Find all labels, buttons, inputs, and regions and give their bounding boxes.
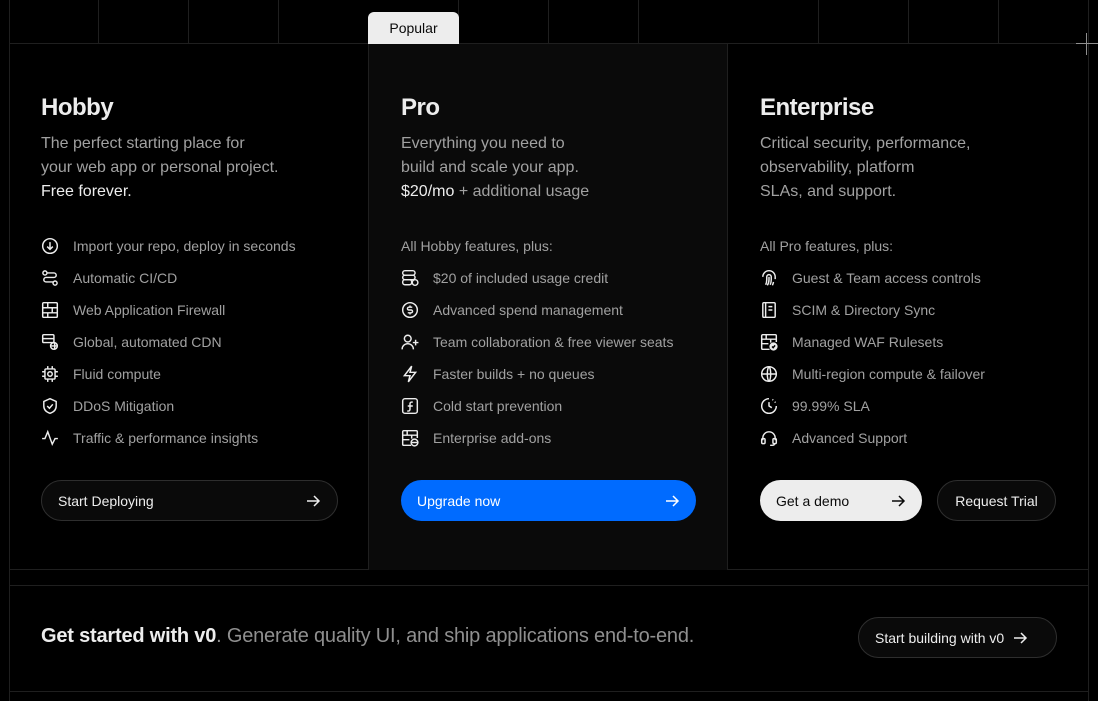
feature-header: All Hobby features, plus:	[401, 238, 553, 254]
feature-list: Import your repo, deploy in seconds Auto…	[41, 230, 296, 454]
cdn-globe-icon	[41, 333, 59, 351]
list-item: $20 of included usage credit	[401, 262, 673, 294]
list-item: Enterprise add-ons	[401, 422, 673, 454]
plan-card-hobby: Hobby The perfect starting place for you…	[9, 44, 368, 570]
upgrade-now-button[interactable]: Upgrade now	[401, 480, 696, 521]
feature-list: $20 of included usage credit Advanced sp…	[401, 262, 673, 454]
firewall-check-icon	[760, 333, 778, 351]
list-item: Faster builds + no queues	[401, 358, 673, 390]
feature-header: All Pro features, plus:	[760, 238, 894, 254]
arrow-right-icon	[664, 493, 680, 509]
plan-card-enterprise: Enterprise Critical security, performanc…	[728, 44, 1088, 570]
headset-icon	[760, 429, 778, 447]
plan-title: Enterprise	[760, 94, 874, 121]
list-item: SCIM & Directory Sync	[760, 294, 985, 326]
shield-check-icon	[41, 397, 59, 415]
list-item: Managed WAF Rulesets	[760, 326, 985, 358]
feature-list: Guest & Team access controls SCIM & Dire…	[760, 262, 985, 454]
list-item: Advanced spend management	[401, 294, 673, 326]
cta-headline: Get started with v0. Generate quality UI…	[41, 625, 695, 647]
list-item: 99.99% SLA	[760, 390, 985, 422]
chip-icon	[41, 365, 59, 383]
arrow-right-icon	[1012, 630, 1028, 646]
download-circle-icon	[41, 237, 59, 255]
dollar-circle-icon	[401, 301, 419, 319]
list-item: Advanced Support	[760, 422, 985, 454]
list-item: DDoS Mitigation	[41, 390, 296, 422]
git-flow-icon	[41, 269, 59, 287]
popular-badge: Popular	[368, 12, 459, 44]
clock-icon	[760, 397, 778, 415]
list-item: Global, automated CDN	[41, 326, 296, 358]
arrow-right-icon	[305, 493, 321, 509]
list-item: Guest & Team access controls	[760, 262, 985, 294]
list-item: Web Application Firewall	[41, 294, 296, 326]
request-trial-button[interactable]: Request Trial	[937, 480, 1056, 521]
function-icon	[401, 397, 419, 415]
price-suffix: + additional usage	[458, 183, 590, 200]
directory-icon	[760, 301, 778, 319]
fingerprint-icon	[760, 269, 778, 287]
firewall-globe-icon	[401, 429, 419, 447]
list-item: Import your repo, deploy in seconds	[41, 230, 296, 262]
list-item: Automatic CI/CD	[41, 262, 296, 294]
list-item: Team collaboration & free viewer seats	[401, 326, 673, 358]
globe-icon	[760, 365, 778, 383]
get-a-demo-button[interactable]: Get a demo	[760, 480, 922, 521]
coins-icon	[401, 269, 419, 287]
list-item: Multi-region compute & failover	[760, 358, 985, 390]
arrow-right-icon	[890, 493, 906, 509]
plan-description: Critical security, performance, observab…	[760, 135, 971, 200]
start-deploying-button[interactable]: Start Deploying	[41, 480, 338, 521]
lightning-icon	[401, 365, 419, 383]
v0-cta-banner: Get started with v0. Generate quality UI…	[9, 585, 1088, 691]
plan-title: Pro	[401, 94, 440, 121]
firewall-icon	[41, 301, 59, 319]
plan-description: The perfect starting place for your web …	[41, 135, 279, 200]
user-plus-icon	[401, 333, 419, 351]
plan-description: Everything you need to build and scale y…	[401, 135, 590, 200]
plan-title: Hobby	[41, 94, 114, 121]
start-building-with-v0-button[interactable]: Start building with v0	[858, 617, 1057, 658]
list-item: Traffic & performance insights	[41, 422, 296, 454]
pulse-icon	[41, 429, 59, 447]
list-item: Fluid compute	[41, 358, 296, 390]
price: $20/mo	[401, 183, 455, 200]
list-item: Cold start prevention	[401, 390, 673, 422]
plan-card-pro: Pro Everything you need to build and sca…	[368, 44, 728, 570]
